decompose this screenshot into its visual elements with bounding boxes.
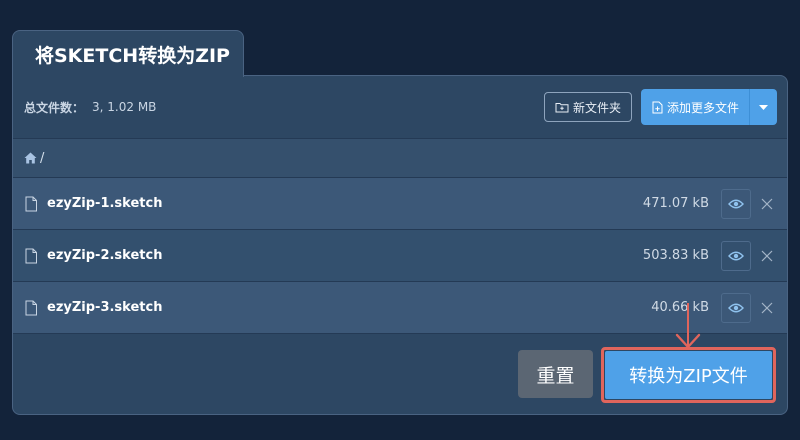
file-icon [25,196,37,211]
caret-down-icon [759,104,768,110]
file-list: ezyZip-1.sketch 471.07 kB ezyZip-2.sketc… [13,178,787,334]
file-name: ezyZip-2.sketch [47,248,163,263]
eye-icon [728,199,744,208]
close-icon[interactable] [761,250,773,262]
total-files-value: 3, 1.02 MB [92,100,157,114]
file-toolbar: 总文件数： 3, 1.02 MB 新文件夹 添加更多文件 [13,76,787,138]
file-row: ezyZip-1.sketch 471.07 kB [13,178,787,230]
eye-icon [728,303,744,312]
convert-to-zip-button[interactable]: 转换为ZIP文件 [605,351,772,399]
new-folder-button[interactable]: 新文件夹 [543,92,632,122]
folder-plus-icon [555,103,569,113]
close-icon[interactable] [761,198,773,210]
eye-icon [728,251,744,260]
breadcrumb-path: / [40,150,45,166]
convert-button-highlight: 转换为ZIP文件 [601,347,776,403]
preview-button[interactable] [721,240,751,271]
file-icon [25,300,37,315]
file-row: ezyZip-2.sketch 503.83 kB [13,230,787,282]
total-files-label: 总文件数： [24,100,85,115]
reset-button[interactable]: 重置 [518,350,593,398]
breadcrumb: / [13,138,787,178]
file-icon [25,248,37,263]
convert-label: 转换为ZIP文件 [629,366,748,387]
preview-button[interactable] [721,292,751,323]
file-name: ezyZip-1.sketch [47,196,163,211]
new-folder-label: 新文件夹 [572,100,621,115]
arrow-down-icon [675,303,701,349]
file-size: 471.07 kB [642,196,709,211]
tab-joint [13,74,243,77]
reset-label: 重置 [536,364,575,387]
add-files-dropdown-toggle[interactable] [749,89,777,125]
file-name: ezyZip-3.sketch [47,300,163,315]
file-row: ezyZip-3.sketch 40.66 kB [13,282,787,334]
add-files-label: 添加更多文件 [666,100,739,115]
file-plus-icon [652,101,663,113]
file-panel: 总文件数： 3, 1.02 MB 新文件夹 添加更多文件 / ezyZip-1.… [12,75,788,415]
add-files-button-group: 添加更多文件 [640,89,777,125]
tab-convert-sketch[interactable]: 将SKETCH转换为ZIP [12,30,244,77]
add-files-button[interactable]: 添加更多文件 [641,89,749,125]
home-icon[interactable] [24,152,37,164]
tab-title: 将SKETCH转换为ZIP [35,44,230,67]
preview-button[interactable] [721,188,751,219]
file-size: 503.83 kB [642,248,709,263]
close-icon[interactable] [761,302,773,314]
